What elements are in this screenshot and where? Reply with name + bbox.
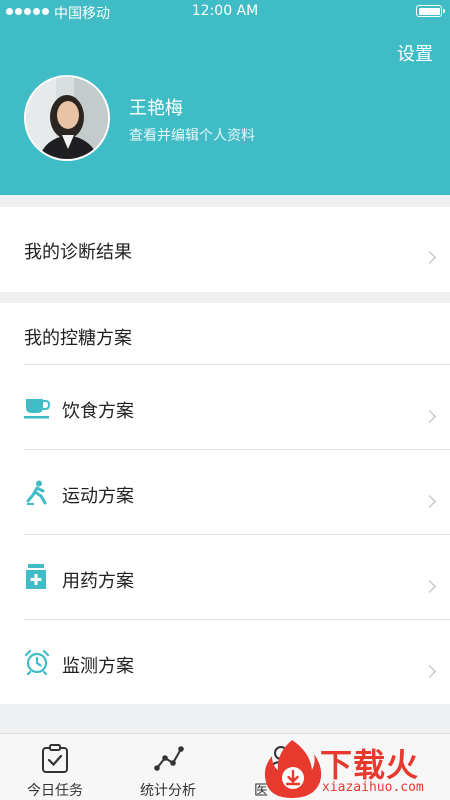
plan-item-medicine[interactable]: 用药方案	[0, 535, 450, 619]
plan-item-label: 运动方案	[62, 486, 134, 507]
clipboard-check-icon	[42, 744, 68, 773]
alarm-clock-icon	[24, 649, 50, 675]
plan-item-diet[interactable]: 饮食方案	[0, 365, 450, 449]
avatar[interactable]	[24, 75, 110, 161]
tab-statistics[interactable]: 统计分析	[113, 734, 223, 800]
plans-section-title: 我的控糖方案	[24, 328, 132, 349]
chevron-right-icon	[423, 251, 436, 264]
diagnosis-label: 我的诊断结果	[24, 242, 132, 263]
line-chart-icon	[154, 746, 184, 771]
diagnosis-card[interactable]: 我的诊断结果	[0, 207, 450, 292]
watermark-logo: 下载火 xiazaihuo.com	[262, 738, 450, 800]
chevron-right-icon	[423, 665, 436, 678]
watermark-url: xiazaihuo.com	[322, 780, 424, 795]
tab-label: 统计分析	[140, 783, 196, 799]
status-bar: 中国移动 12:00 AM	[0, 0, 450, 24]
settings-button[interactable]: 设置	[397, 40, 433, 66]
chevron-right-icon	[423, 495, 436, 508]
chevron-right-icon	[423, 580, 436, 593]
plan-item-label: 饮食方案	[62, 401, 134, 422]
plan-item-monitoring[interactable]: 监测方案	[0, 620, 450, 704]
flame-logo-icon	[264, 740, 322, 798]
medicine-icon	[26, 564, 46, 589]
cup-icon	[24, 399, 50, 419]
profile-name[interactable]: 王艳梅	[129, 94, 183, 120]
tab-today-tasks[interactable]: 今日任务	[0, 734, 110, 800]
running-icon	[26, 480, 47, 505]
plan-item-label: 监测方案	[62, 656, 134, 677]
plan-item-exercise[interactable]: 运动方案	[0, 450, 450, 534]
plans-card: 我的控糖方案 饮食方案 运动方案 用药方案 监测方案	[0, 303, 450, 704]
plan-item-label: 用药方案	[62, 571, 134, 592]
tab-label: 今日任务	[27, 783, 83, 799]
status-time: 12:00 AM	[191, 3, 259, 19]
edit-profile-link[interactable]: 查看并编辑个人资料	[129, 125, 255, 145]
profile-header: 中国移动 12:00 AM 设置 王艳梅 查看并编辑个人资料	[0, 0, 450, 195]
chevron-right-icon	[423, 410, 436, 423]
battery-icon	[416, 5, 445, 17]
